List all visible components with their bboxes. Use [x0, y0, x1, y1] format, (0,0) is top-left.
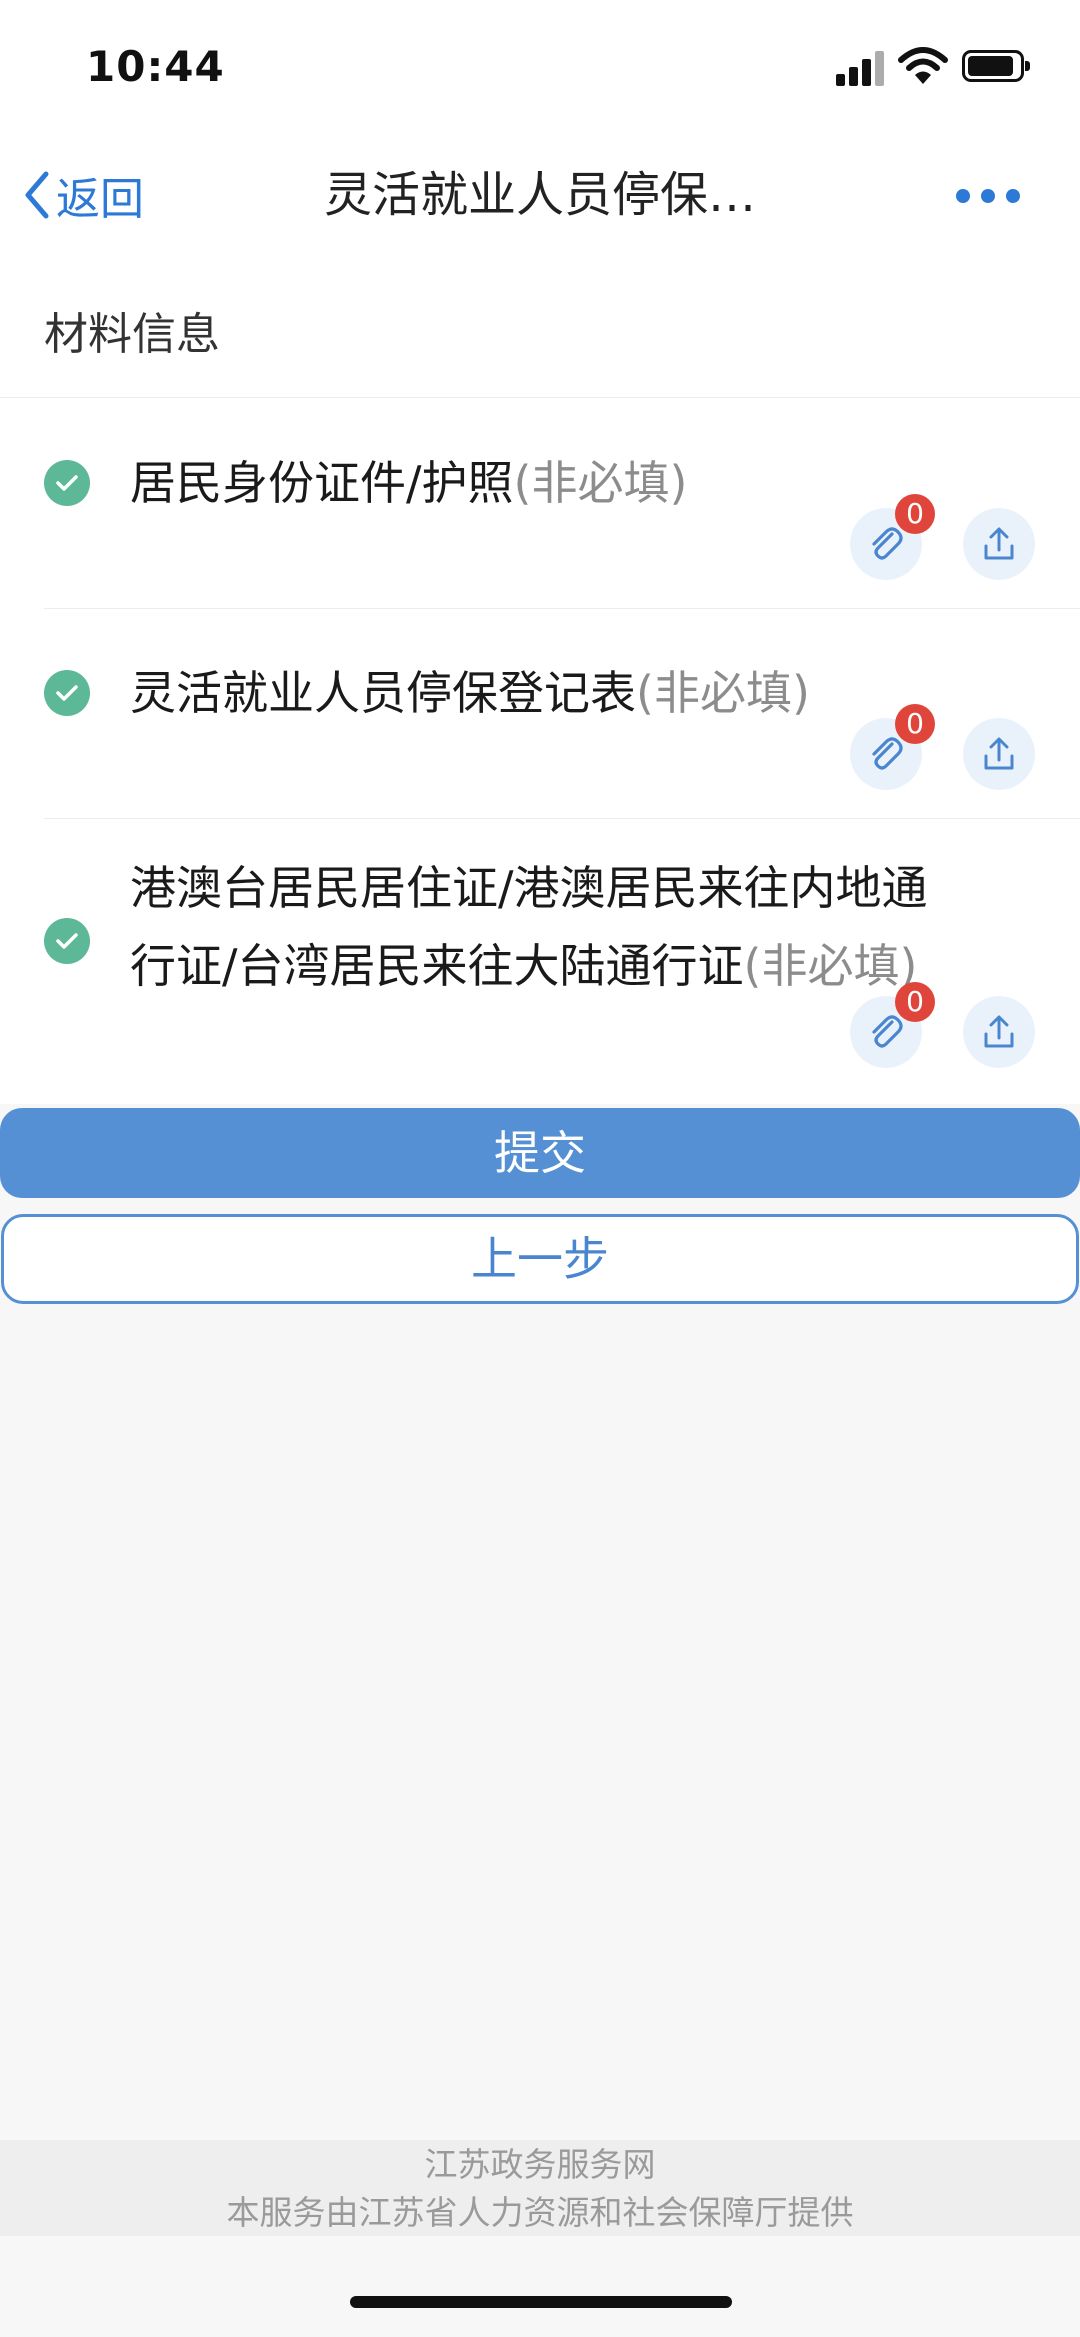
upload-icon	[984, 737, 1014, 770]
home-indicator[interactable]	[350, 2296, 732, 2308]
upload-button[interactable]	[963, 508, 1035, 580]
section-header: 材料信息	[0, 250, 1080, 398]
materials-list: 居民身份证件/护照(非必填) 0 灵活就业人员停保登记表(非必填) 0 港澳台居…	[0, 398, 1080, 1104]
more-options-button[interactable]	[950, 170, 1026, 220]
app-screen: 10:44 返回 灵活就业人员停保… 材料信息 居民身份证件/护照(非必填) 0…	[0, 0, 1080, 2337]
navigation-bar: 返回 灵活就业人员停保…	[0, 140, 1080, 250]
submit-button[interactable]: 提交	[0, 1108, 1080, 1198]
optional-label: (非必填)	[636, 666, 810, 720]
attachment-count-badge: 0	[895, 494, 935, 534]
status-bar: 10:44	[0, 0, 1080, 140]
footer-site-name: 江苏政务服务网	[424, 2145, 656, 2184]
upload-icon	[984, 1015, 1014, 1048]
footer: 江苏政务服务网 本服务由江苏省人力资源和社会保障厅提供	[0, 2140, 1080, 2236]
paperclip-icon	[872, 1015, 903, 1048]
back-label: 返回	[56, 174, 144, 225]
material-item-registration-form: 灵活就业人员停保登记表(非必填) 0	[0, 609, 1080, 819]
material-item-id-card: 居民身份证件/护照(非必填) 0	[0, 398, 1080, 609]
upload-icon	[984, 527, 1014, 560]
upload-button[interactable]	[963, 996, 1035, 1068]
check-circle-icon	[44, 670, 90, 716]
check-circle-icon	[44, 918, 90, 964]
previous-step-button[interactable]: 上一步	[1, 1214, 1079, 1304]
chevron-left-icon	[25, 171, 49, 219]
back-button[interactable]: 返回	[22, 160, 144, 230]
optional-label: (非必填)	[743, 939, 918, 993]
section-title: 材料信息	[44, 309, 220, 360]
footer-provider: 本服务由江苏省人力资源和社会保障厅提供	[226, 2193, 854, 2232]
paperclip-icon	[872, 737, 903, 770]
optional-label: (非必填)	[513, 456, 688, 510]
paperclip-icon	[872, 527, 903, 560]
attachment-count-badge: 0	[895, 982, 935, 1022]
wifi-icon	[898, 47, 948, 84]
material-item-hk-macau-taiwan-permit: 港澳台居民居住证/港澳居民来往内地通 行证/台湾居民来往大陆通行证(非必填) 0	[0, 819, 1080, 1104]
check-circle-icon	[44, 460, 90, 506]
status-time: 10:44	[86, 42, 225, 91]
page-title: 灵活就业人员停保…	[323, 167, 756, 223]
upload-button[interactable]	[963, 718, 1035, 790]
more-dots-icon	[956, 189, 970, 203]
battery-level	[968, 56, 1013, 76]
cellular-signal-icon	[836, 50, 884, 86]
battery-icon	[962, 50, 1030, 82]
attachment-count-badge: 0	[895, 704, 935, 744]
